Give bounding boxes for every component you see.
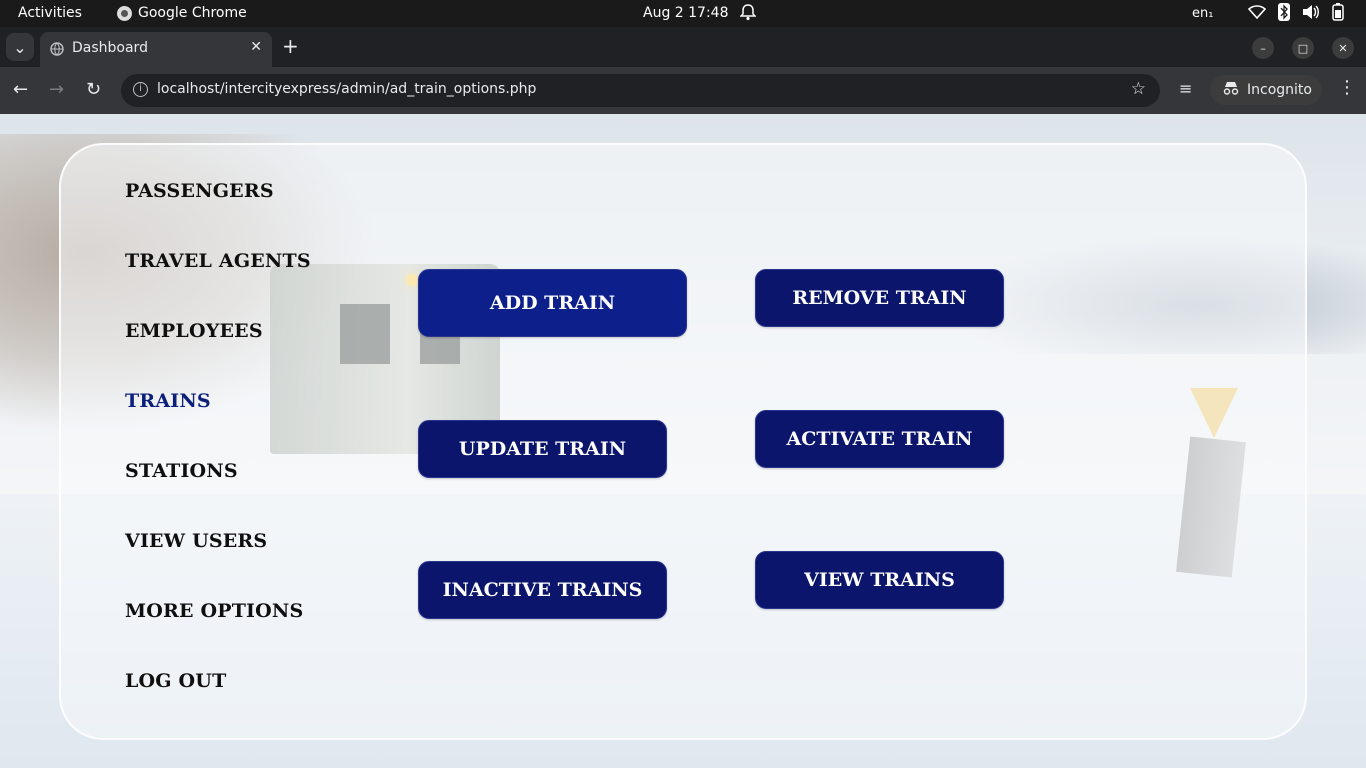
app-name: Google Chrome [138,5,247,21]
sidebar-item-travel-agents[interactable]: TRAVEL AGENTS [125,250,311,272]
chevron-down-icon: ⌄ [13,37,27,57]
globe-icon [50,42,64,60]
forward-arrow-icon[interactable]: → [49,79,64,100]
bell-icon [739,3,757,25]
close-tab-icon[interactable]: ✕ [250,39,262,55]
incognito-indicator[interactable]: Incognito [1210,75,1322,105]
sidebar-item-more-options[interactable]: MORE OPTIONS [125,600,303,622]
language-indicator[interactable]: en₁ [1192,6,1213,21]
sidebar-item-stations[interactable]: STATIONS [125,460,238,482]
add-train-button[interactable]: ADD TRAIN [418,269,687,337]
tab-search-button[interactable]: ⌄ [6,33,34,61]
sidebar-item-employees[interactable]: EMPLOYEES [125,320,263,342]
address-bar[interactable]: i localhost/intercityexpress/admin/ad_tr… [121,74,1160,107]
system-tray[interactable] [1247,3,1344,25]
kebab-menu-icon[interactable]: ⋮ [1338,77,1356,98]
media-controls-icon[interactable]: ≡ [1179,79,1192,98]
view-trains-button[interactable]: VIEW TRAINS [755,551,1004,609]
sidebar-item-view-users[interactable]: VIEW USERS [125,530,267,552]
browser-toolbar: ← → ↻ i localhost/intercityexpress/admin… [0,67,1366,114]
app-menu[interactable]: Google Chrome [117,5,247,21]
activate-train-button[interactable]: ACTIVATE TRAIN [755,410,1004,468]
remove-train-button[interactable]: REMOVE TRAIN [755,269,1004,327]
back-arrow-icon[interactable]: ← [13,79,28,100]
tab-strip: ⌄ Dashboard ✕ + – □ ✕ [0,27,1366,67]
page-viewport: PASSENGERS TRAVEL AGENTS EMPLOYEES TRAIN… [0,114,1366,768]
bookmark-star-icon[interactable]: ☆ [1131,79,1146,99]
bluetooth-icon [1278,3,1290,25]
sidebar-item-trains[interactable]: TRAINS [125,390,211,412]
activities-button[interactable]: Activities [18,5,82,21]
minimize-button[interactable]: – [1252,37,1274,59]
sidebar-item-passengers[interactable]: PASSENGERS [125,180,274,202]
url-text[interactable]: localhost/intercityexpress/admin/ad_trai… [157,81,536,97]
battery-icon [1332,3,1344,25]
tab-dashboard[interactable]: Dashboard ✕ [40,32,272,67]
system-top-bar: Activities Google Chrome Aug 2 17:48 en₁ [0,0,1366,27]
sidebar-item-log-out[interactable]: LOG OUT [125,670,226,692]
incognito-icon [1222,81,1240,99]
close-window-button[interactable]: ✕ [1332,37,1354,59]
dashboard-panel [59,143,1307,740]
inactive-trains-button[interactable]: INACTIVE TRAINS [418,561,667,619]
maximize-button[interactable]: □ [1292,37,1314,59]
wifi-icon [1247,5,1267,23]
new-tab-button[interactable]: + [282,34,299,58]
incognito-label: Incognito [1247,82,1312,98]
reload-icon[interactable]: ↻ [86,79,101,100]
update-train-button[interactable]: UPDATE TRAIN [418,420,667,478]
tab-title: Dashboard [72,40,148,56]
site-info-icon[interactable]: i [133,82,148,97]
chrome-icon [117,5,132,21]
volume-icon [1302,4,1320,24]
clock[interactable]: Aug 2 17:48 [643,5,729,21]
